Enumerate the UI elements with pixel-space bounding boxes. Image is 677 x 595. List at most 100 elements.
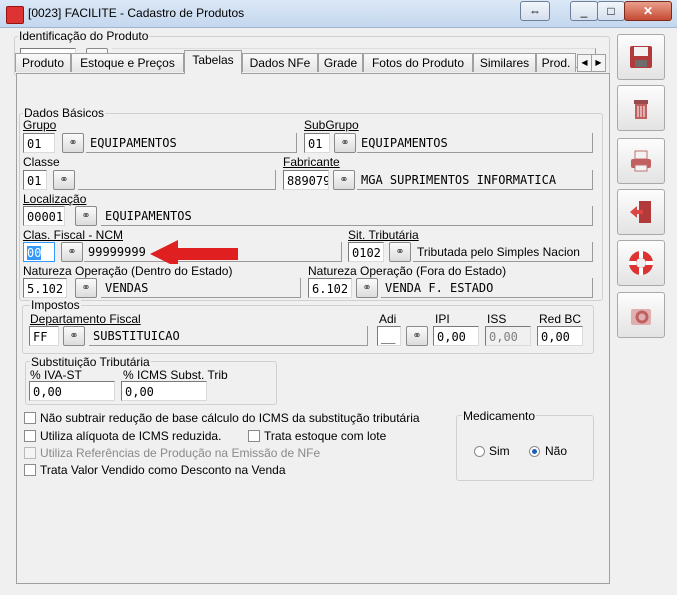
medicamento-nao-radio[interactable] <box>529 446 540 457</box>
grupo-desc-field: EQUIPAMENTOS <box>86 133 297 153</box>
maximize-button[interactable]: □ <box>597 1 625 21</box>
subgrupo-desc-field: EQUIPAMENTOS <box>357 133 593 153</box>
depto-desc-field: SUBSTITUICAO <box>89 326 368 346</box>
medicamento-nao-label: Não <box>544 444 569 458</box>
minimize-button[interactable]: _ <box>570 1 598 21</box>
utiliza-ref-label: Utiliza Referências de Produção na Emiss… <box>39 446 322 460</box>
fabricante-desc-field: MGA SUPRIMENTOS INFORMATICA <box>357 170 593 190</box>
binoculars-icon: ⚭ <box>362 282 372 294</box>
close-button[interactable]: ✕ <box>624 1 672 21</box>
utiliza-aliquota-label: Utiliza alíquota de ICMS reduzida. <box>39 429 223 443</box>
binoculars-icon: ⚭ <box>412 330 422 342</box>
iss-label: ISS <box>486 312 508 326</box>
classe-code-field[interactable]: 01 <box>23 170 47 190</box>
redbc-label: Red BC <box>538 312 583 326</box>
fabricante-lookup-button[interactable]: ⚭ <box>333 170 355 190</box>
ncm-code-selection: 00 <box>27 246 42 260</box>
exit-button[interactable] <box>617 189 665 235</box>
binoculars-icon: ⚭ <box>67 246 77 258</box>
iva-st-label: % IVA-ST <box>29 368 83 382</box>
sit-trib-desc-field: Tributada pelo Simples Nacion <box>413 242 593 262</box>
localizacao-code-field[interactable]: 00001 <box>23 206 65 226</box>
binoculars-icon: ⚭ <box>81 282 91 294</box>
nat-fora-lookup-button[interactable]: ⚭ <box>356 278 378 298</box>
binoculars-icon: ⚭ <box>69 330 79 342</box>
nat-fora-code-field[interactable]: 6.102 <box>308 278 352 298</box>
grupo-lookup-button[interactable]: ⚭ <box>62 133 84 153</box>
ncm-label: Clas. Fiscal - NCM <box>22 228 125 242</box>
binoculars-icon: ⚭ <box>68 137 78 149</box>
delete-button[interactable] <box>617 85 665 131</box>
trata-estoque-checkbox[interactable] <box>248 430 260 442</box>
medicamento-sim-radio[interactable] <box>474 446 485 457</box>
nao-subtrair-label: Não subtrair redução de base cálculo do … <box>39 411 421 425</box>
localizacao-desc-field: EQUIPAMENTOS <box>101 206 593 226</box>
tab-similares[interactable]: Similares <box>473 53 536 72</box>
nat-dentro-desc-field: VENDAS <box>101 278 301 298</box>
ncm-code-field[interactable]: 00 <box>23 242 55 262</box>
medicamento-label: Medicamento <box>462 409 537 423</box>
floppy-disk-icon <box>630 46 652 68</box>
icms-st-label: % ICMS Subst. Trib <box>122 368 229 382</box>
subst-trib-label: Substituição Tributária <box>30 355 151 369</box>
adi-field[interactable]: __ <box>377 326 401 346</box>
ncm-lookup-button[interactable]: ⚭ <box>61 242 83 262</box>
impostos-label: Impostos <box>30 298 81 312</box>
ipi-label: IPI <box>434 312 451 326</box>
tab-prod[interactable]: Prod. <box>536 53 576 72</box>
tab-fotos-produto[interactable]: Fotos do Produto <box>363 53 473 72</box>
depto-code-field[interactable]: FF <box>29 326 59 346</box>
tab-scroll-left-button[interactable]: ◀ <box>577 54 592 72</box>
binoculars-icon: ⚭ <box>340 137 350 149</box>
grupo-code-field[interactable]: 01 <box>23 133 55 153</box>
utiliza-ref-checkbox <box>24 447 36 459</box>
tab-dados-nfe[interactable]: Dados NFe <box>242 53 318 72</box>
tab-tabelas[interactable]: Tabelas <box>184 50 242 74</box>
trata-estoque-label: Trata estoque com lote <box>263 429 388 443</box>
iss-field: 0,00 <box>485 326 531 346</box>
depto-fiscal-label: Departamento Fiscal <box>29 312 142 326</box>
tab-grade[interactable]: Grade <box>318 53 363 72</box>
subgrupo-lookup-button[interactable]: ⚭ <box>334 133 356 153</box>
nat-fora-desc-field: VENDA F. ESTADO <box>381 278 593 298</box>
classe-label: Classe <box>22 155 61 169</box>
tab-scroll-right-button[interactable]: ▶ <box>591 54 606 72</box>
classe-lookup-button[interactable]: ⚭ <box>53 170 75 190</box>
depto-lookup-button[interactable]: ⚭ <box>63 326 85 346</box>
sit-trib-label: Sit. Tributária <box>347 228 420 242</box>
print-button[interactable] <box>617 138 665 184</box>
classe-desc-field <box>78 170 276 190</box>
subgrupo-code-field[interactable]: 01 <box>304 133 330 153</box>
localizacao-lookup-button[interactable]: ⚭ <box>75 206 97 226</box>
grupo-label: Grupo <box>22 118 58 132</box>
resize-button[interactable]: ⇔ <box>520 1 550 21</box>
nao-subtrair-checkbox[interactable] <box>24 412 36 424</box>
nat-dentro-lookup-button[interactable]: ⚭ <box>75 278 97 298</box>
adi-lookup-button[interactable]: ⚭ <box>406 326 428 346</box>
nat-fora-label: Natureza Operação (Fora do Estado) <box>307 264 508 278</box>
settings-button[interactable] <box>617 292 665 338</box>
tab-produto[interactable]: Produto <box>15 53 71 72</box>
sit-trib-code-field[interactable]: 0102 <box>348 242 384 262</box>
exit-door-icon <box>630 201 651 223</box>
save-button[interactable] <box>617 34 665 80</box>
printer-icon <box>631 150 651 172</box>
nat-dentro-code-field[interactable]: 5.102 <box>23 278 67 298</box>
gear-folder-icon <box>631 309 651 325</box>
fabricante-label: Fabricante <box>282 155 341 169</box>
tab-estoque-precos[interactable]: Estoque e Preços <box>71 53 184 72</box>
utiliza-aliquota-checkbox[interactable] <box>24 430 36 442</box>
fabricante-code-field[interactable]: 889079 <box>283 170 329 190</box>
window-title: [0023] FACILITE - Cadastro de Produtos <box>28 6 245 20</box>
medicamento-sim-label: Sim <box>488 444 511 458</box>
lifebuoy-icon <box>629 251 653 275</box>
iva-st-field[interactable]: 0,00 <box>29 381 115 401</box>
nat-dentro-label: Natureza Operação (Dentro do Estado) <box>22 264 234 278</box>
trata-valor-checkbox[interactable] <box>24 464 36 476</box>
icms-st-field[interactable]: 0,00 <box>121 381 207 401</box>
redbc-field[interactable]: 0,00 <box>537 326 583 346</box>
subgrupo-label: SubGrupo <box>303 118 360 132</box>
help-button[interactable] <box>617 240 665 286</box>
ipi-field[interactable]: 0,00 <box>433 326 479 346</box>
sit-trib-lookup-button[interactable]: ⚭ <box>389 242 411 262</box>
